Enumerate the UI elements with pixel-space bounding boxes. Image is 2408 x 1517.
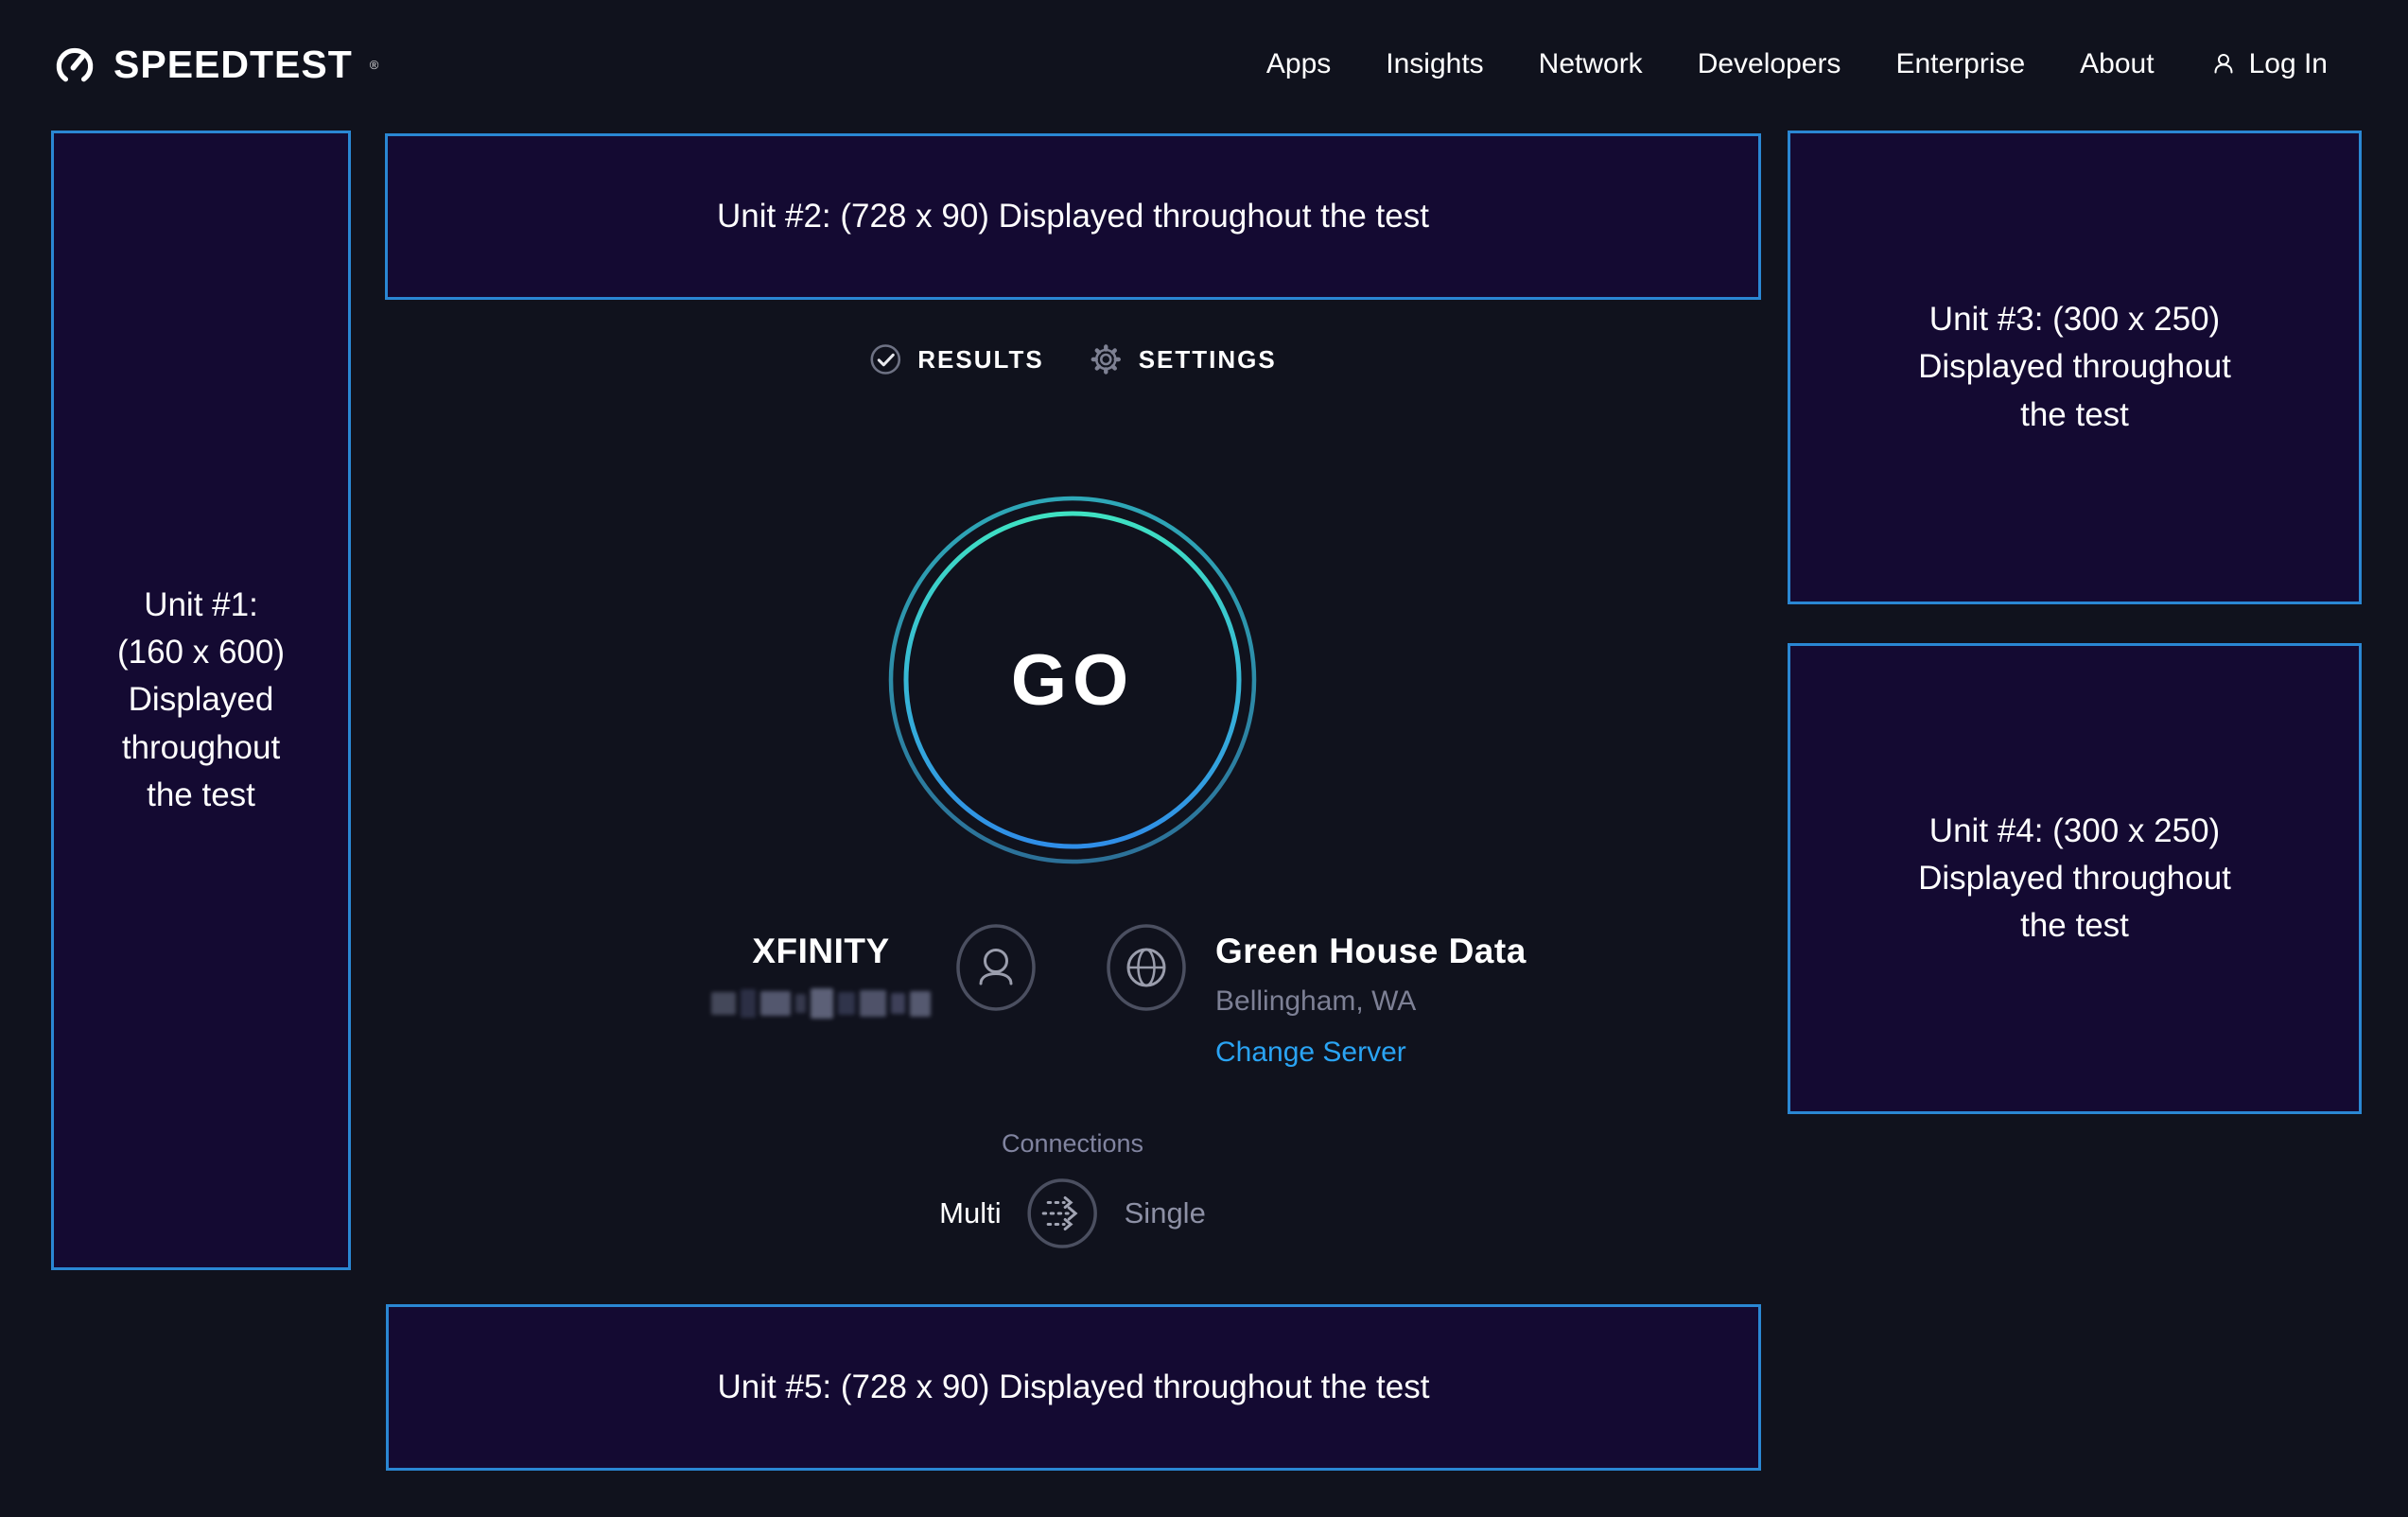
- server-block: Green House Data Bellingham, WA Change S…: [1106, 923, 1527, 1072]
- main-nav: Apps Insights Network Developers Enterpr…: [1266, 48, 2328, 80]
- ad-unit-5-text: Unit #5: (728 x 90) Displayed throughout…: [718, 1364, 1430, 1411]
- ad-unit-4[interactable]: Unit #4: (300 x 250) Displayed throughou…: [1788, 643, 2362, 1114]
- isp-user-icon: [955, 923, 1037, 1012]
- ip-address-redacted-blur: [711, 985, 931, 1022]
- tab-results[interactable]: RESULTS: [868, 342, 1043, 376]
- ad-unit-3[interactable]: Unit #3: (300 x 250) Displayed throughou…: [1788, 131, 2362, 604]
- gear-icon: [1090, 342, 1124, 376]
- test-meta-row: XFINITY Green House Data Bellingham, WA: [711, 923, 1527, 1072]
- brand-name: SPEEDTEST: [113, 43, 353, 87]
- server-name: Green House Data: [1215, 931, 1527, 972]
- nav-item-insights[interactable]: Insights: [1386, 48, 1483, 80]
- login-link[interactable]: Log In: [2209, 48, 2328, 80]
- ad-unit-3-text: Unit #3: (300 x 250) Displayed throughou…: [1918, 296, 2231, 438]
- isp-name: XFINITY: [711, 931, 931, 972]
- server-location: Bellingham, WA: [1215, 983, 1527, 1020]
- check-circle-icon: [868, 342, 902, 376]
- user-icon: [2209, 50, 2238, 78]
- go-button[interactable]: GO: [874, 481, 1271, 879]
- isp-info: XFINITY: [711, 923, 931, 1072]
- speedtest-logo[interactable]: SPEEDTEST ®: [51, 41, 378, 88]
- login-label: Log In: [2249, 48, 2328, 80]
- nav-item-about[interactable]: About: [2080, 48, 2154, 80]
- change-server-link[interactable]: Change Server: [1215, 1034, 1406, 1072]
- ad-unit-1-text: Unit #1: (160 x 600) Displayed throughou…: [117, 582, 285, 818]
- speedometer-icon: [51, 41, 98, 88]
- tab-settings-label: SETTINGS: [1139, 345, 1277, 375]
- tab-results-label: RESULTS: [917, 345, 1043, 375]
- nav-item-enterprise[interactable]: Enterprise: [1895, 48, 2025, 80]
- nav-item-developers[interactable]: Developers: [1698, 48, 1841, 80]
- connections-toggle: Multi Single: [939, 1177, 1206, 1250]
- ad-unit-5[interactable]: Unit #5: (728 x 90) Displayed throughout…: [386, 1304, 1761, 1471]
- server-info: Green House Data Bellingham, WA Change S…: [1215, 931, 1527, 1072]
- nav-item-network[interactable]: Network: [1539, 48, 1643, 80]
- ad-unit-2-text: Unit #2: (728 x 90) Displayed throughout…: [717, 193, 1429, 240]
- tab-settings[interactable]: SETTINGS: [1090, 342, 1277, 376]
- view-tabs: RESULTS SETTINGS: [868, 342, 1276, 376]
- trademark-mark: ®: [370, 58, 379, 72]
- connections-label: Connections: [1002, 1129, 1143, 1159]
- ad-unit-2[interactable]: Unit #2: (728 x 90) Displayed throughout…: [385, 133, 1761, 300]
- server-globe-icon: [1106, 923, 1187, 1012]
- ad-unit-1[interactable]: Unit #1: (160 x 600) Displayed throughou…: [51, 131, 351, 1270]
- top-nav-bar: SPEEDTEST ® Apps Insights Network Develop…: [0, 0, 2408, 129]
- connections-option-multi[interactable]: Multi: [939, 1196, 1001, 1230]
- go-button-label: GO: [1011, 639, 1134, 722]
- connections-option-single[interactable]: Single: [1125, 1196, 1206, 1230]
- connections-toggle-icon[interactable]: [1026, 1177, 1100, 1250]
- nav-item-apps[interactable]: Apps: [1266, 48, 1331, 80]
- speedtest-page: SPEEDTEST ® Apps Insights Network Develop…: [0, 0, 2408, 1517]
- ad-unit-4-text: Unit #4: (300 x 250) Displayed throughou…: [1918, 808, 2231, 950]
- isp-block: XFINITY: [711, 923, 1037, 1072]
